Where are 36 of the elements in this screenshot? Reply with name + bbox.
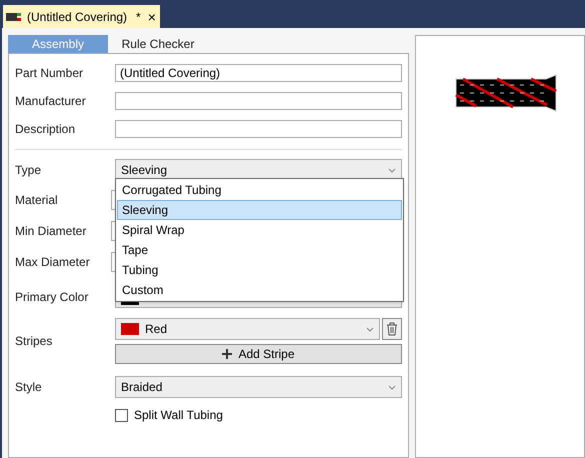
text-field[interactable]	[115, 120, 402, 138]
sub-tab[interactable]: Rule Checker	[108, 35, 208, 53]
dropdown-option[interactable]: Tape	[117, 240, 402, 260]
chevron-icon	[388, 384, 396, 390]
covering-icon	[6, 12, 22, 22]
field-label: Type	[15, 162, 42, 179]
tab-title: (Untitled Covering)	[27, 8, 128, 26]
chevron-icon	[388, 168, 396, 172]
close-button[interactable]: ×	[148, 10, 156, 24]
style-dropdown[interactable]: Braided	[115, 376, 402, 398]
trash-icon	[386, 322, 398, 336]
text-field[interactable]	[115, 92, 402, 110]
text-field[interactable]: (Untitled Covering)	[115, 64, 402, 82]
dropdown-option[interactable]: Sleeving	[117, 200, 402, 220]
field-label: Part Number	[15, 65, 84, 82]
dropdown-option[interactable]: Corrugated Tubing	[117, 180, 402, 200]
field-label: Max Diameter	[15, 254, 91, 270]
chevron-icon	[366, 326, 374, 332]
field-label: Manufacturer	[15, 93, 87, 110]
delete-button[interactable]	[382, 318, 402, 340]
field-label: Description	[15, 121, 76, 138]
field-label: Stripes	[15, 333, 54, 350]
field-label: Material	[15, 192, 59, 208]
modified-mark: *	[136, 8, 141, 26]
checkbox[interactable]	[115, 408, 128, 422]
add-stripe-button[interactable]: Add Stripe	[115, 344, 402, 364]
document-tab[interactable]: (Untitled Covering) * ×	[3, 5, 160, 28]
dropdown-option[interactable]: Spiral Wrap	[117, 220, 402, 240]
field-label: Style	[15, 379, 43, 396]
dropdown-option[interactable]: Custom	[117, 280, 402, 300]
checkbox-label: Split Wall Tubing	[134, 407, 223, 424]
field-label: Min Diameter	[15, 222, 88, 240]
field-label: Primary Color	[15, 289, 90, 306]
dropdown-option[interactable]: Tubing	[117, 260, 402, 280]
plus-icon	[222, 349, 232, 359]
stripe-dropdown[interactable]: Red	[115, 318, 380, 340]
